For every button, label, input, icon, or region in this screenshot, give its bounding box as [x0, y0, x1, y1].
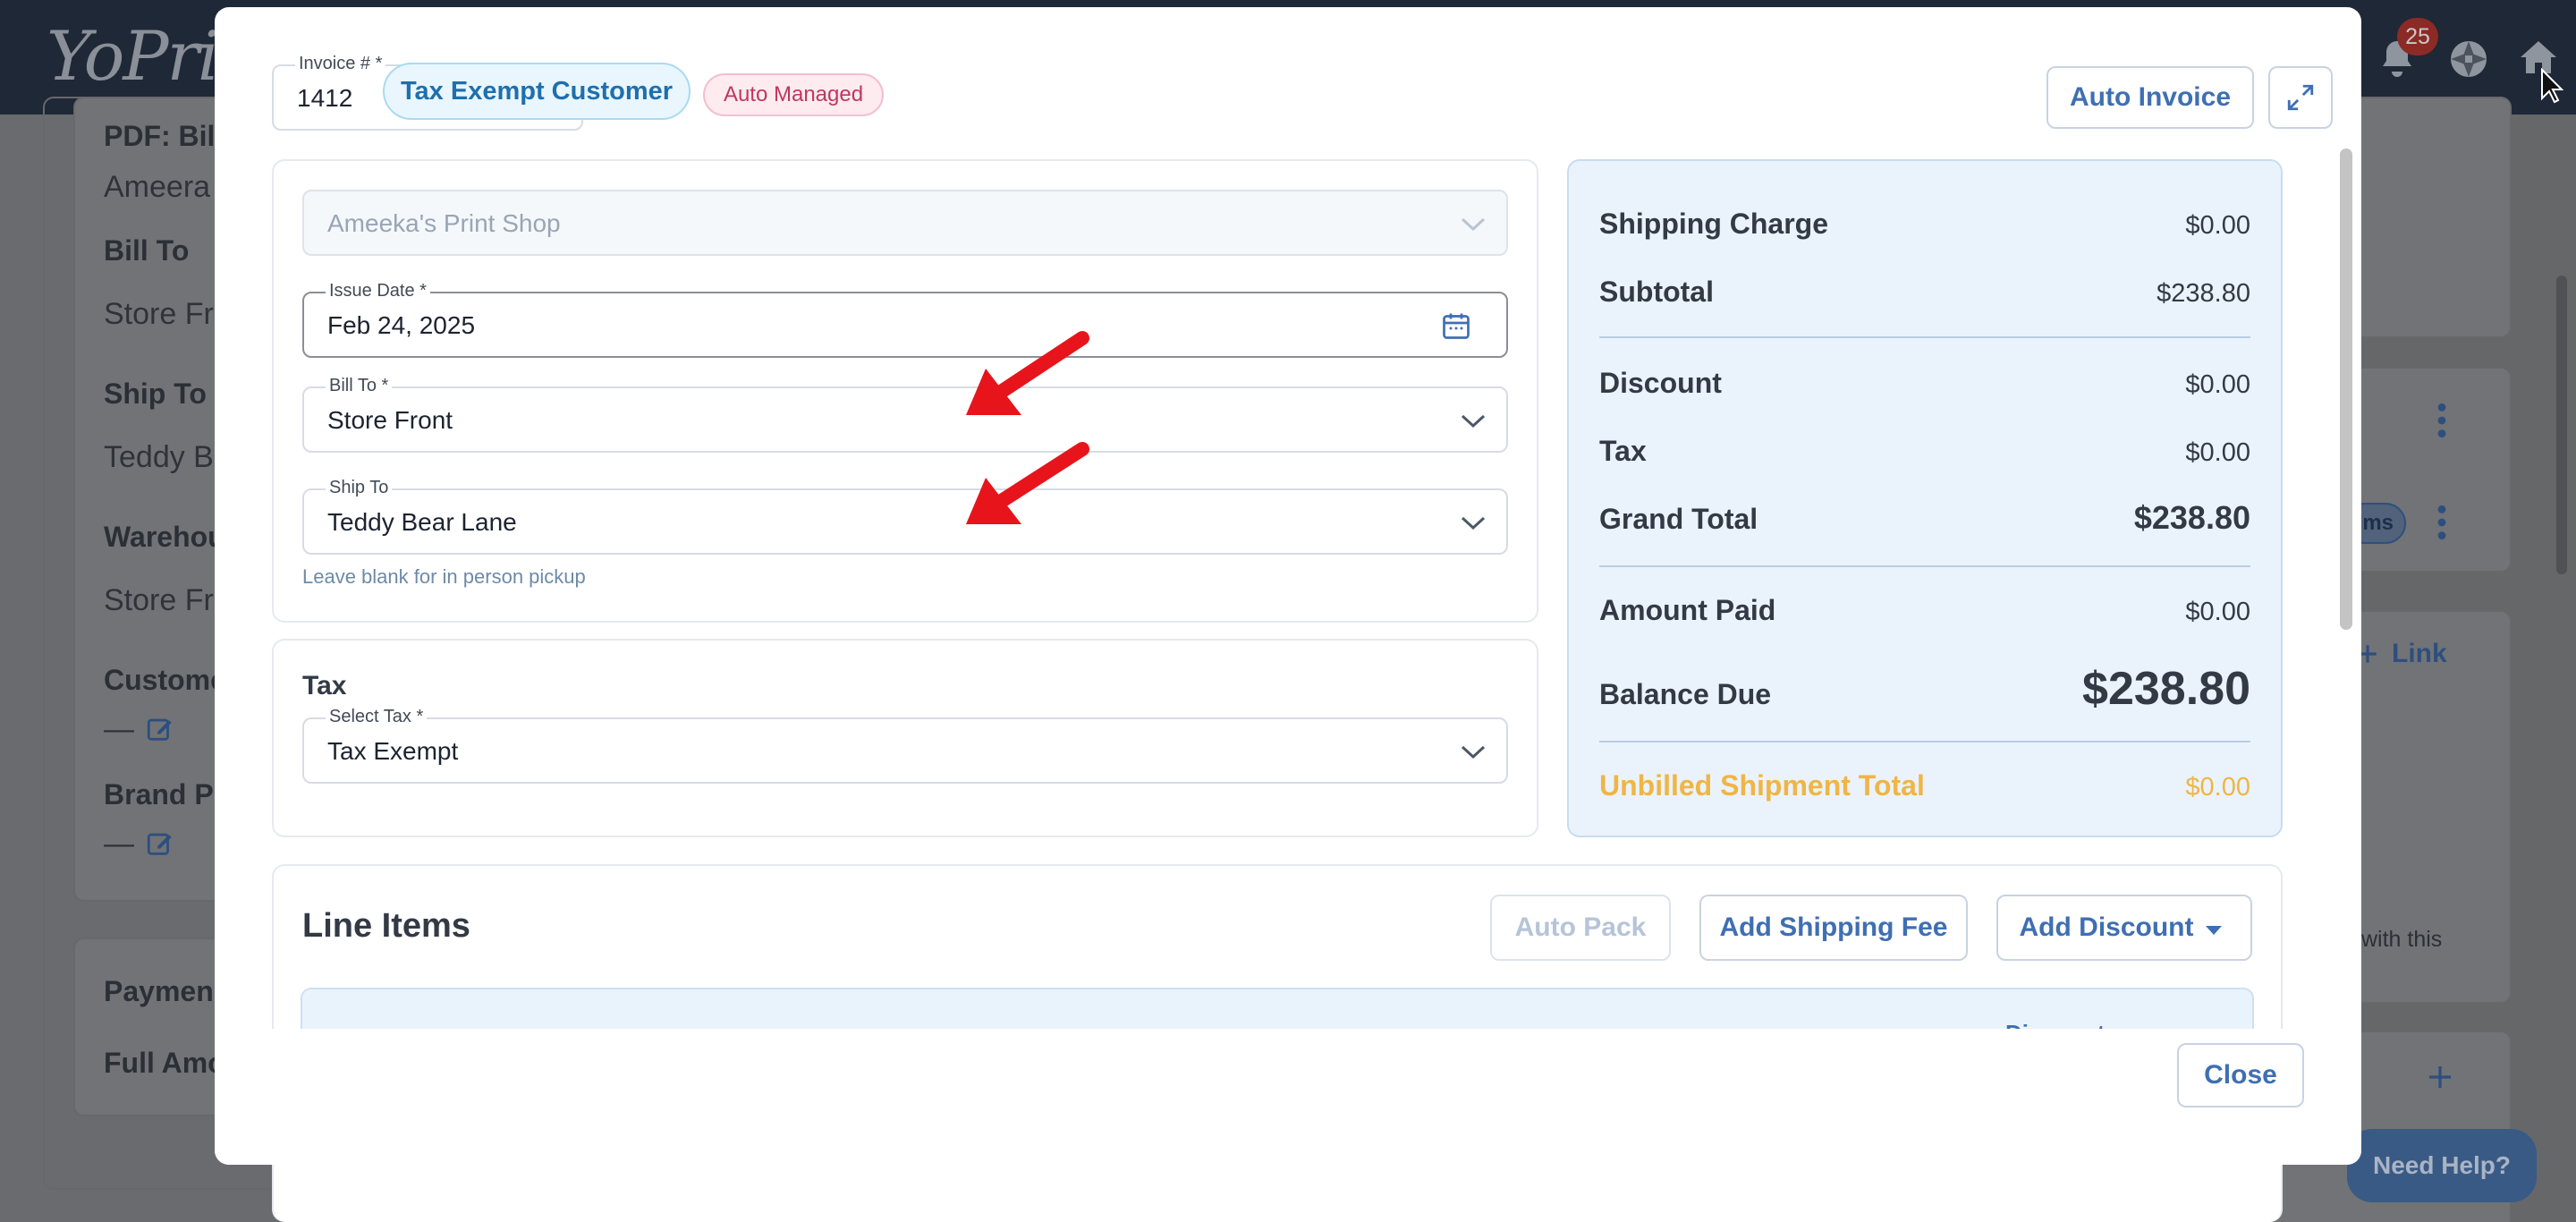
plus-icon[interactable]: [2426, 1063, 2454, 1091]
close-button[interactable]: Close: [2177, 1043, 2304, 1107]
bill-to-value: Store Fro: [104, 297, 231, 331]
grand-total-label: Grand Total: [1599, 503, 1758, 535]
unbilled-shipment-total-value: $0.00: [2185, 773, 2250, 802]
annotation-arrow-icon: [966, 442, 1089, 524]
tax-exempt-customer-badge: Tax Exempt Customer: [383, 63, 691, 120]
balance-due-label: Balance Due: [1599, 678, 1772, 710]
add-discount-label: Add Discount: [2019, 912, 2194, 942]
kebab-menu-icon[interactable]: [2429, 401, 2454, 440]
edit-icon[interactable]: [145, 828, 175, 859]
customer-select[interactable]: Ameeka's Print Shop: [302, 190, 1508, 256]
modal-footer: [215, 1029, 2361, 1165]
customer-label: Custome: [104, 664, 226, 696]
discount-label: Discount: [1599, 367, 1722, 399]
ship-to-label: Ship To: [104, 378, 207, 410]
amount-paid-value: $0.00: [2185, 598, 2250, 626]
bill-to-label: Bill To: [104, 234, 190, 267]
brand-value: —: [104, 827, 134, 861]
payment-label: Paymen: [104, 975, 214, 1007]
add-link-button[interactable]: Link: [2392, 639, 2447, 669]
customer-value: —: [104, 712, 134, 746]
notification-count-badge: 25: [2397, 18, 2438, 55]
mouse-cursor-icon: [2541, 68, 2563, 104]
expand-icon: [2287, 84, 2314, 111]
warehouse-value: Store Fro: [104, 583, 231, 617]
ship-to-value: Teddy B: [104, 440, 214, 474]
amount-paid-label: Amount Paid: [1599, 594, 1776, 626]
expand-modal-button[interactable]: [2268, 66, 2333, 129]
ship-to-label: Ship To: [326, 478, 393, 498]
page-scrollbar[interactable]: [2556, 276, 2567, 574]
select-tax-label: Select Tax *: [326, 707, 428, 727]
balance-due-value: $238.80: [2082, 663, 2250, 715]
issue-date-label: Issue Date *: [326, 281, 430, 301]
unbilled-shipment-total-label: Unbilled Shipment Total: [1599, 769, 1925, 802]
need-help-button[interactable]: Need Help?: [2347, 1129, 2537, 1202]
select-tax-select[interactable]: Select Tax * Tax Exempt: [302, 707, 1508, 784]
kebab-menu-icon[interactable]: [2429, 503, 2454, 542]
totals-divider: [1599, 741, 2250, 743]
discount-value: $0.00: [2185, 370, 2250, 399]
sidebar-help-text: with this: [2361, 927, 2443, 952]
line-items-title: Line Items: [302, 907, 470, 945]
annotation-arrow-icon: [966, 331, 1089, 415]
auto-pack-button[interactable]: Auto Pack: [1490, 895, 1671, 961]
add-discount-button[interactable]: Add Discount: [1996, 895, 2252, 961]
bill-to-label: Bill To *: [326, 376, 393, 396]
pdf-value: Ameera: [104, 170, 211, 204]
caret-down-icon: [2206, 926, 2222, 935]
select-tax-value: Tax Exempt: [327, 737, 459, 765]
edit-icon[interactable]: [145, 714, 175, 744]
totals-divider: [1599, 336, 2250, 338]
bill-to-value: Store Front: [327, 406, 453, 434]
subtotal-value: $238.80: [2157, 279, 2250, 308]
invoice-number-label: Invoice # *: [295, 54, 386, 74]
warehouse-label: Warehou: [104, 521, 225, 553]
customer-select-value: Ameeka's Print Shop: [327, 209, 561, 237]
pdf-label: PDF: Bill: [104, 120, 224, 152]
chevron-down-icon: [1461, 217, 1486, 232]
ship-to-select[interactable]: Ship To Teddy Bear Lane: [302, 478, 1508, 555]
invoice-number-value: 1412: [297, 84, 353, 112]
add-shipping-fee-button[interactable]: Add Shipping Fee: [1699, 895, 1968, 961]
brand-label: Brand Pr: [104, 778, 225, 810]
grand-total-value: $238.80: [2133, 499, 2250, 536]
ship-to-value: Teddy Bear Lane: [327, 508, 517, 536]
calendar-icon[interactable]: [1440, 310, 1472, 342]
bill-to-select[interactable]: Bill To * Store Front: [302, 376, 1508, 453]
issue-date-value: Feb 24, 2025: [327, 311, 476, 339]
subtotal-label: Subtotal: [1599, 276, 1714, 308]
chevron-down-icon: [1461, 414, 1486, 429]
invoice-totals-panel: Shipping Charge $0.00 Subtotal $238.80 D…: [1567, 159, 2283, 837]
full-amount-label: Full Amo: [104, 1047, 225, 1079]
tax-value: $0.00: [2185, 438, 2250, 467]
issue-date-field[interactable]: Issue Date * Feb 24, 2025: [302, 281, 1508, 358]
aperture-icon[interactable]: [2447, 38, 2490, 81]
auto-managed-badge: Auto Managed: [703, 73, 884, 116]
totals-divider: [1599, 565, 2250, 567]
modal-scrollbar[interactable]: [2340, 149, 2352, 630]
chevron-down-icon: [1461, 516, 1486, 530]
tax-section-title: Tax: [302, 671, 347, 700]
chevron-down-icon: [1461, 745, 1486, 760]
shipping-charge-value: $0.00: [2185, 211, 2250, 240]
tax-label: Tax: [1599, 435, 1647, 467]
shipping-charge-label: Shipping Charge: [1599, 208, 1828, 240]
ship-to-help-text: Leave blank for in person pickup: [302, 565, 586, 588]
auto-invoice-button[interactable]: Auto Invoice: [2046, 66, 2254, 129]
